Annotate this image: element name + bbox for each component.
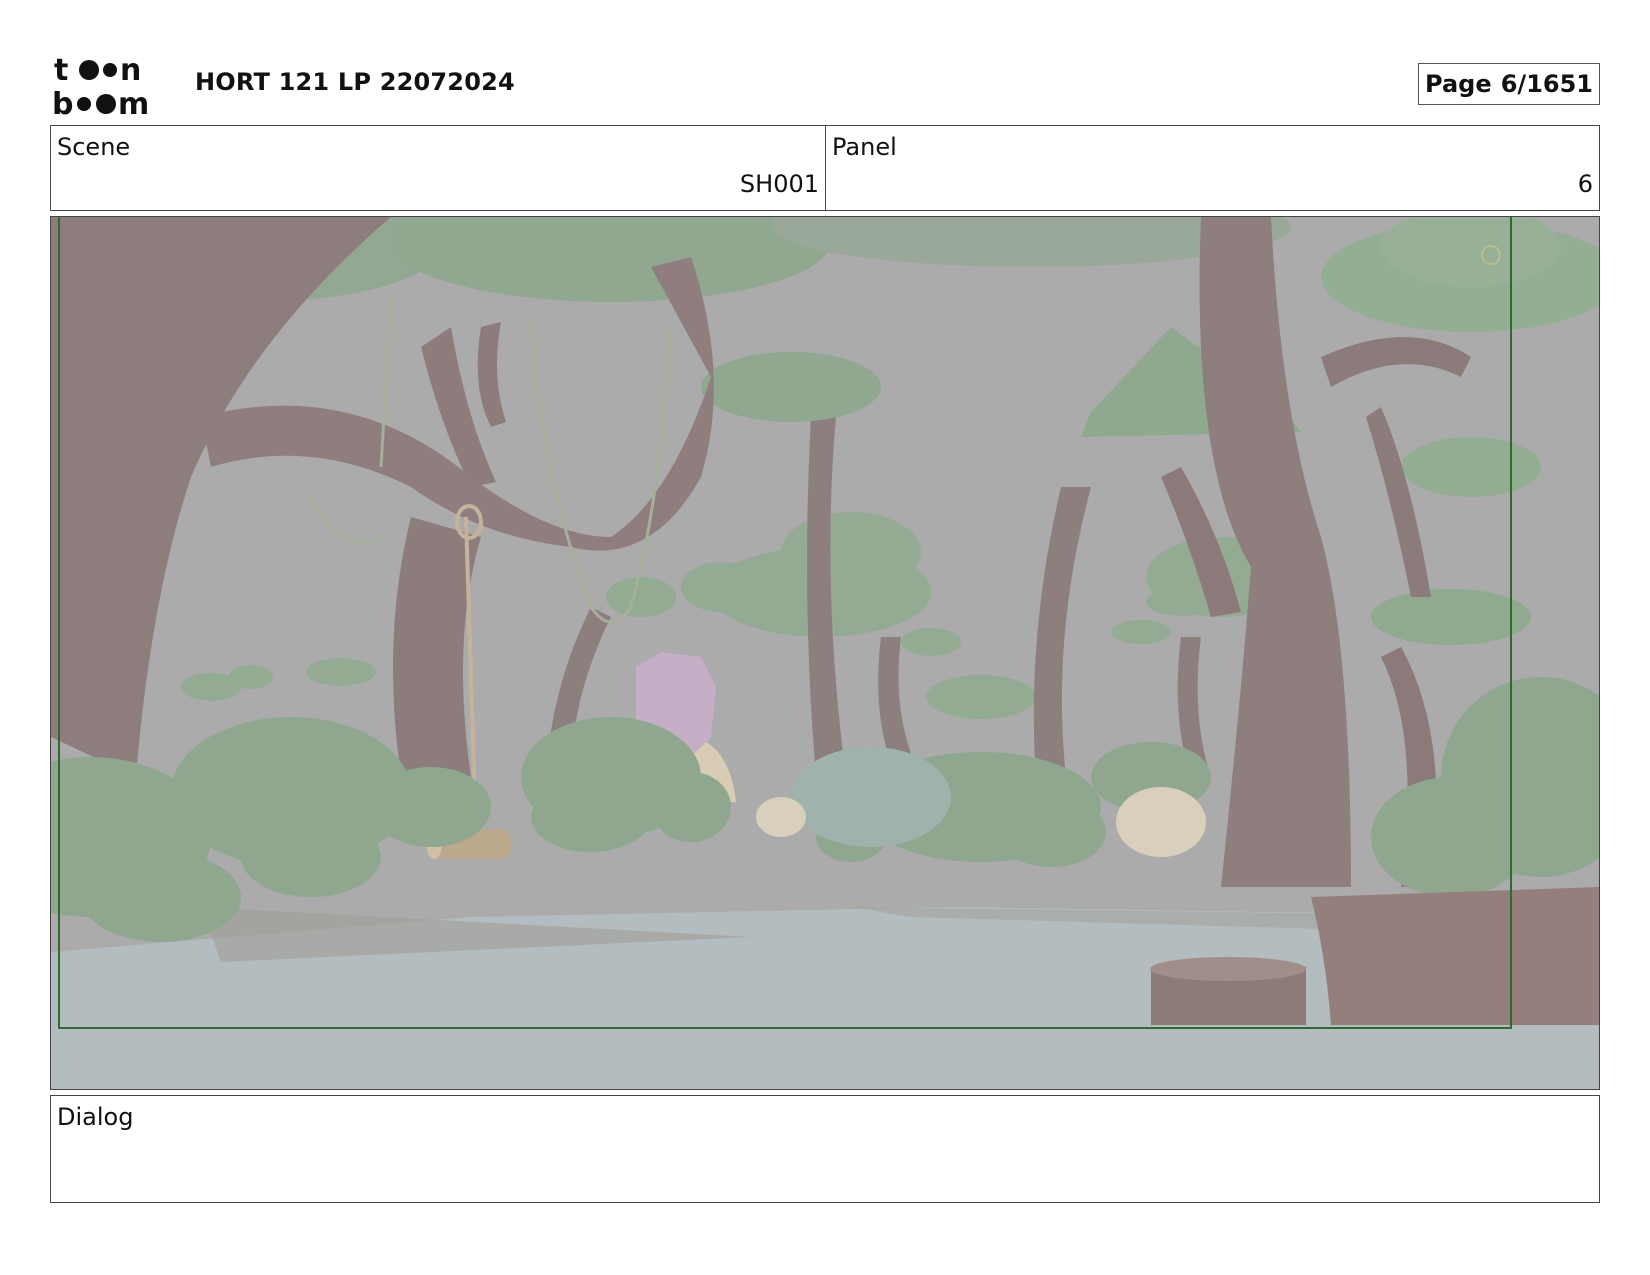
toon-boom-logo: t n b m — [52, 50, 170, 118]
svg-text:t: t — [54, 53, 68, 88]
page-number: 6/1651 — [1500, 70, 1593, 98]
svg-text:m: m — [118, 87, 149, 118]
svg-text:b: b — [52, 87, 73, 118]
panel-label: Panel — [832, 133, 897, 161]
scene-cell: Scene SH001 — [51, 126, 826, 210]
svg-text:n: n — [120, 53, 141, 88]
panel-value: 6 — [1577, 170, 1593, 198]
panel-cell: Panel 6 — [826, 126, 1599, 210]
dialog-label: Dialog — [57, 1103, 134, 1131]
project-title: HORT 121 LP 22072024 — [195, 68, 515, 96]
scene-panel-info: Scene SH001 Panel 6 — [50, 125, 1600, 211]
jungle-scene-illustration — [51, 217, 1599, 1089]
storyboard-panel-image — [50, 216, 1600, 1090]
page-label: Page — [1425, 70, 1492, 98]
scene-value: SH001 — [739, 170, 819, 198]
scene-label: Scene — [57, 133, 131, 161]
dialog-box: Dialog — [50, 1095, 1600, 1203]
page-indicator: Page 6/1651 — [1418, 63, 1600, 105]
